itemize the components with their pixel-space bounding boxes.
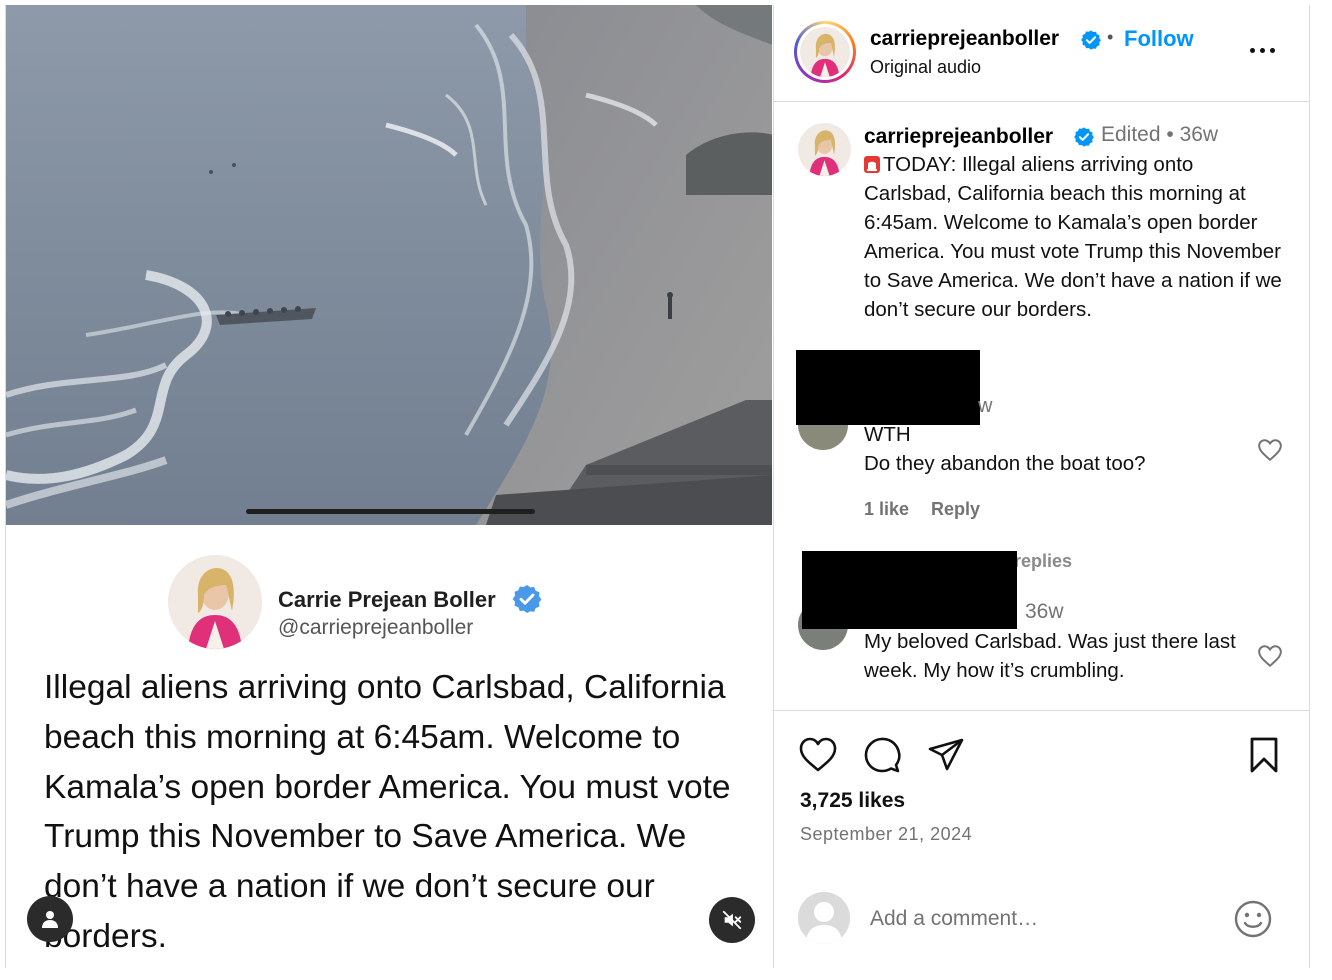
bookmark-icon[interactable] — [1244, 735, 1284, 775]
comment-time: w — [978, 395, 993, 417]
beach-video-frame — [6, 5, 772, 525]
author-avatar-image — [800, 27, 850, 77]
comment-like-count[interactable]: 1 like — [864, 499, 909, 519]
post-header: carrieprejeanboller • Follow Original au… — [774, 5, 1309, 102]
tweet-text: Illegal aliens arriving onto Carlsbad, C… — [44, 669, 731, 955]
caption-text: TODAY: Illegal aliens arriving onto Carl… — [864, 150, 1284, 324]
emoji-icon[interactable] — [1233, 899, 1273, 939]
separator-dot: • — [1107, 27, 1114, 47]
tweet-handle: @carrieprejeanboller — [278, 616, 474, 639]
current-user-avatar — [798, 892, 850, 944]
post-media[interactable]: Carrie Prejean Boller @carrieprejeanboll… — [5, 5, 772, 968]
post-sidebar: carrieprejeanboller • Follow Original au… — [773, 5, 1310, 968]
verified-badge-icon — [1074, 127, 1094, 147]
comment-like-heart-icon[interactable] — [1257, 644, 1283, 668]
caption-username[interactable]: carrieprejeanboller — [864, 125, 1053, 149]
mute-toggle-button[interactable] — [709, 897, 755, 943]
verified-badge-icon — [512, 585, 542, 613]
more-options-button[interactable] — [1250, 43, 1280, 57]
tweet-avatar — [168, 555, 262, 649]
view-replies-button[interactable]: replies — [1014, 551, 1072, 572]
redaction-box — [802, 551, 1017, 629]
post-date: September 21, 2024 — [800, 824, 973, 844]
author-username[interactable]: carrieprejeanboller — [870, 27, 1059, 51]
caption-avatar-image — [798, 123, 851, 176]
paper-plane-icon[interactable] — [926, 735, 966, 775]
add-comment-input[interactable] — [870, 901, 1210, 937]
follow-button[interactable]: Follow — [1124, 26, 1194, 52]
comment-text: WTH Do they abandon the boat too? — [864, 423, 1146, 475]
redaction-box — [796, 350, 980, 425]
comment-text: My beloved Carlsbad. Was just there last… — [864, 630, 1236, 682]
comment-like-heart-icon[interactable] — [1257, 438, 1283, 462]
add-comment-bar — [774, 879, 1309, 969]
comments-list[interactable]: carrieprejeanboller Edited • 36w TODAY: … — [774, 103, 1309, 709]
siren-icon — [864, 156, 880, 173]
tweet-display-name: Carrie Prejean Boller — [278, 587, 496, 612]
comment-time: 36w — [1025, 600, 1064, 623]
caption-meta: Edited • 36w — [1101, 123, 1219, 146]
verified-badge-icon — [1081, 30, 1101, 50]
more-options-icon — [1250, 47, 1255, 53]
post-actions: 3,725 likes September 21, 2024 — [774, 710, 1309, 968]
author-avatar[interactable] — [794, 21, 856, 83]
beach-video[interactable] — [6, 5, 772, 525]
video-progress-bar[interactable] — [246, 509, 535, 514]
tagged-people-button[interactable] — [27, 896, 73, 942]
caption-body: TODAY: Illegal aliens arriving onto Carl… — [864, 153, 1282, 321]
audio-label[interactable]: Original audio — [870, 57, 981, 78]
speaker-muted-icon — [722, 910, 742, 930]
comment-meta: 1 like Reply — [864, 499, 1002, 520]
person-icon — [798, 892, 850, 944]
heart-icon[interactable] — [798, 735, 838, 775]
embedded-tweet-screenshot: Carrie Prejean Boller @carrieprejeanboll… — [6, 525, 772, 968]
comment-bubble-icon[interactable] — [862, 735, 902, 775]
comment-reply-button[interactable]: Reply — [931, 499, 980, 519]
caption-avatar[interactable] — [798, 123, 851, 176]
person-icon — [42, 911, 58, 928]
like-count[interactable]: 3,725 likes — [800, 789, 905, 813]
